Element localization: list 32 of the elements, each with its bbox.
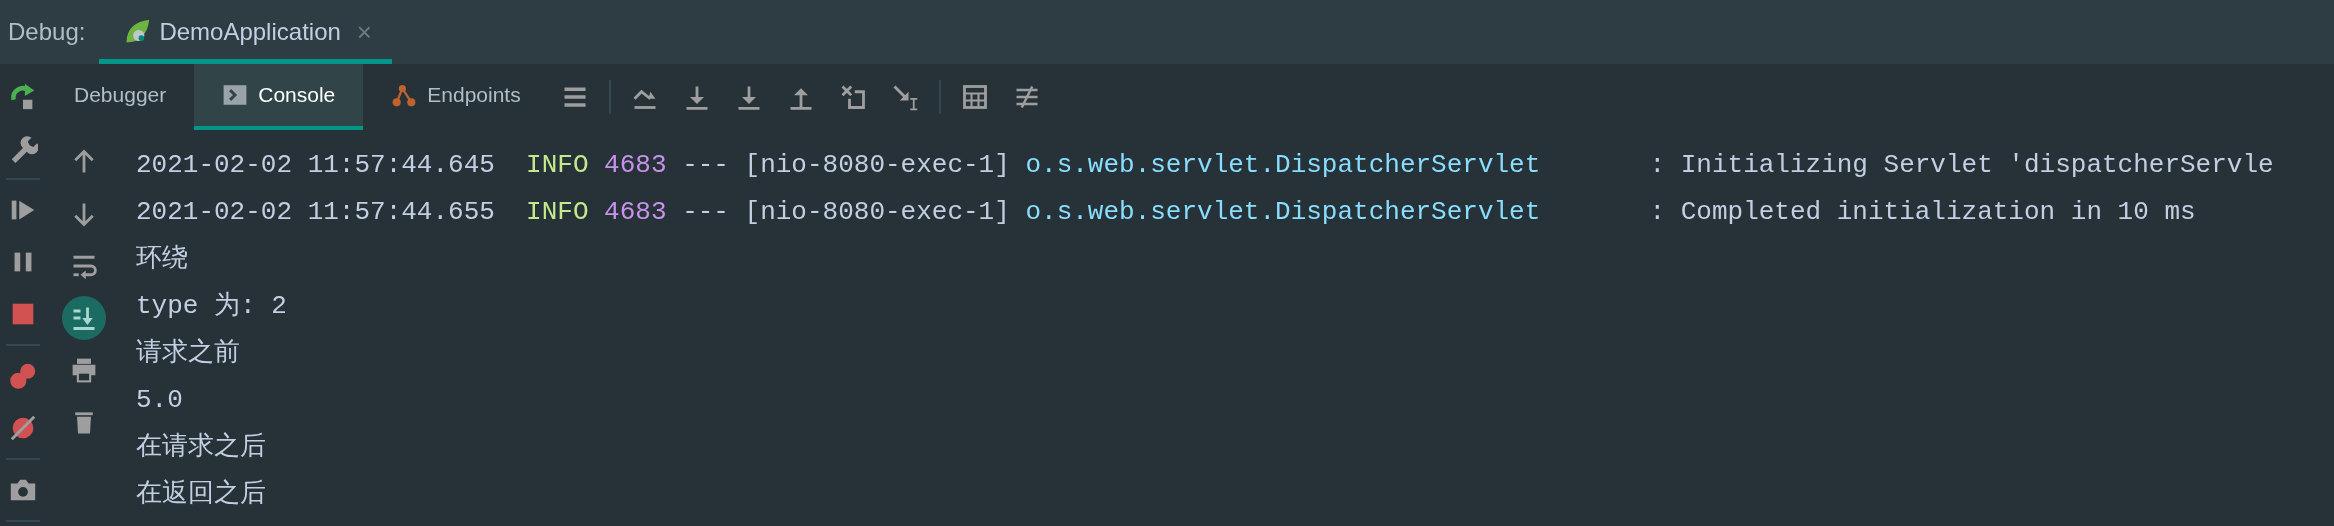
debug-tab[interactable]: Endpoints [363, 64, 549, 130]
thread-name: [nio-8080-exec-1] [744, 197, 1010, 227]
logger-name: o.s.web.servlet.DispatcherServlet [1025, 196, 1542, 229]
logger-name: o.s.web.servlet.DispatcherServlet [1025, 149, 1542, 182]
mute-breakpoint-icon[interactable] [8, 413, 38, 443]
console-output: 在返回之后 [136, 479, 266, 509]
log-message: : Completed initialization in 10 ms [1649, 197, 2196, 227]
debug-label: Debug: [7, 17, 87, 47]
log-separator: --- [682, 150, 729, 180]
scroll-toggle-button[interactable] [62, 296, 106, 340]
console-output: 请求之前 [136, 338, 240, 368]
debug-tab[interactable]: Debugger [46, 64, 195, 130]
log-timestamp: 2021-02-02 11:57:44.655 [136, 197, 495, 227]
leaf-icon [123, 18, 152, 46]
debug-tab[interactable]: Console [194, 64, 364, 130]
printer-icon[interactable] [70, 356, 98, 384]
log-level: INFO [526, 197, 589, 227]
log-separator: --- [682, 197, 729, 227]
process-id: 4683 [604, 150, 667, 180]
thread-name: [nio-8080-exec-1] [744, 150, 1010, 180]
console-output: 5.0 [136, 385, 183, 415]
breakpoint-icon[interactable] [8, 361, 38, 391]
console-output: type 为: 2 [136, 291, 287, 321]
log-timestamp: 2021-02-02 11:57:44.645 [136, 150, 495, 180]
console-icon [222, 82, 249, 108]
log-level: INFO [526, 150, 589, 180]
process-id: 4683 [604, 197, 667, 227]
console-output: 在请求之后 [136, 432, 266, 462]
calculator-icon[interactable] [960, 83, 989, 111]
console-output: 环绕 [136, 244, 188, 274]
log-message: : Initializing Servlet 'dispatcherServle [1649, 150, 2274, 180]
endpoints-icon [391, 82, 418, 108]
